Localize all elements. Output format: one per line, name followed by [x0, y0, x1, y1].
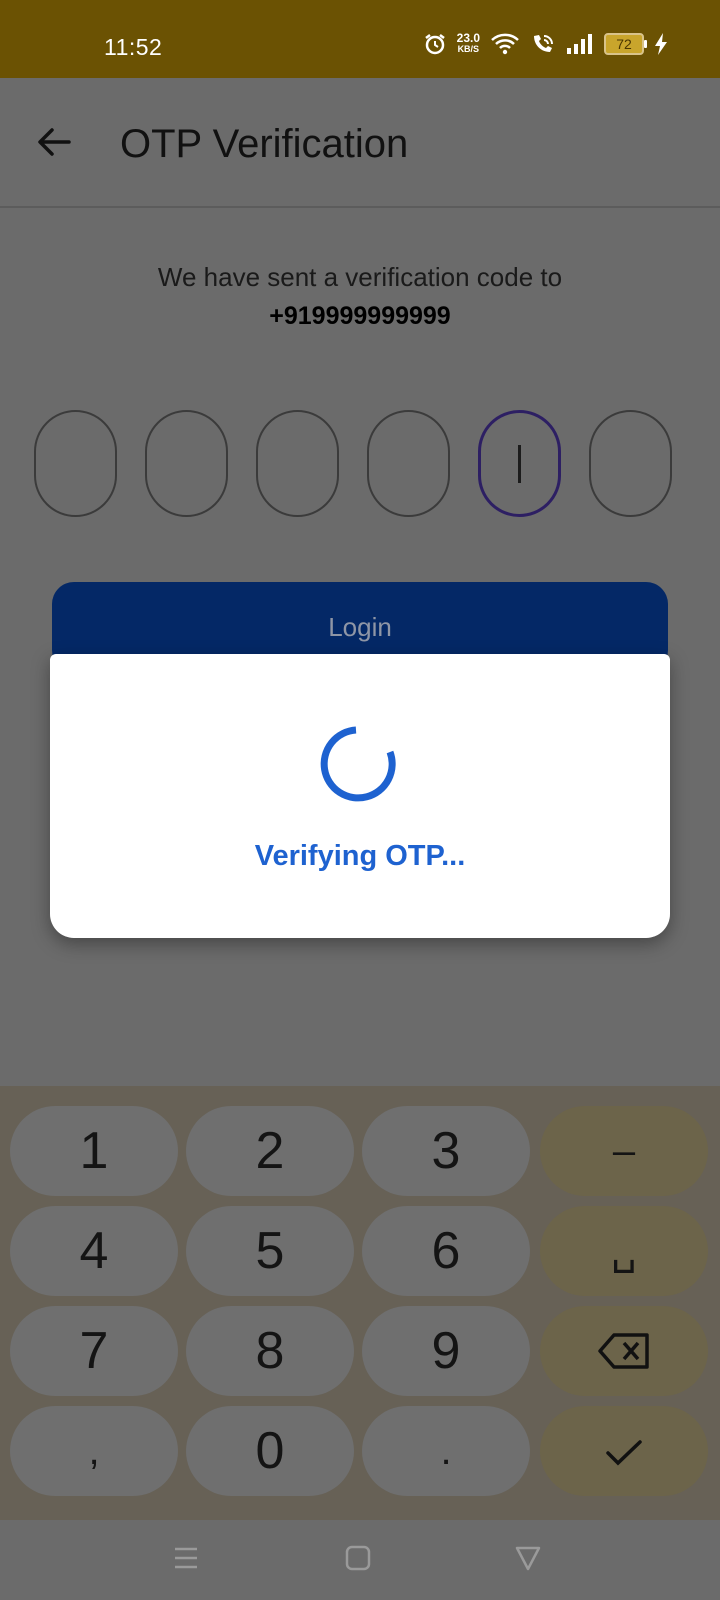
- wifi-calling-icon: [534, 35, 553, 52]
- key-minus[interactable]: –: [540, 1106, 708, 1196]
- alarm-icon: [424, 34, 445, 55]
- battery-icon: 72: [604, 33, 647, 55]
- key-comma[interactable]: ,: [10, 1406, 178, 1496]
- otp-digit-input[interactable]: [367, 410, 450, 517]
- signal-icon: [567, 34, 592, 54]
- otp-digit-input[interactable]: [256, 410, 339, 517]
- backspace-icon: [598, 1333, 649, 1369]
- dialog-message: Verifying OTP...: [254, 840, 466, 872]
- status-time: 11:52: [104, 34, 163, 60]
- otp-digit-input[interactable]: [589, 410, 672, 517]
- status-icons: 23.0 KB/S 72: [423, 32, 668, 56]
- backspace-key[interactable]: [540, 1306, 708, 1396]
- otp-digit-input[interactable]: [34, 410, 117, 517]
- arrow-left-icon[interactable]: [36, 124, 72, 160]
- system-nav-bar: [0, 1520, 720, 1600]
- key-period[interactable]: .: [362, 1406, 530, 1496]
- home-icon[interactable]: [344, 1544, 372, 1572]
- page-title: OTP Verification: [120, 122, 409, 166]
- verification-instruction: We have sent a verification code to: [157, 262, 563, 292]
- key-6[interactable]: 6: [362, 1206, 530, 1296]
- key-8[interactable]: 8: [186, 1306, 354, 1396]
- key-7[interactable]: 7: [10, 1306, 178, 1396]
- key-0[interactable]: 0: [186, 1406, 354, 1496]
- menu-icon[interactable]: [172, 1544, 200, 1572]
- app-header: OTP Verification: [0, 78, 720, 208]
- key-1[interactable]: 1: [10, 1106, 178, 1196]
- key-space[interactable]: ␣: [540, 1206, 708, 1296]
- speed-unit: KB/S: [457, 44, 480, 54]
- key-9[interactable]: 9: [362, 1306, 530, 1396]
- otp-input-row: [34, 410, 672, 517]
- key-5[interactable]: 5: [186, 1206, 354, 1296]
- key-3[interactable]: 3: [362, 1106, 530, 1196]
- charging-icon: [655, 33, 667, 55]
- phone-number: +919999999999: [269, 302, 451, 330]
- loading-dialog: Verifying OTP...: [50, 654, 670, 938]
- network-speed: 23.0 KB/S: [456, 31, 480, 55]
- key-4[interactable]: 4: [10, 1206, 178, 1296]
- back-triangle-icon[interactable]: [514, 1544, 542, 1572]
- speed-value: 23.0: [456, 31, 480, 45]
- wifi-icon: [491, 33, 519, 55]
- otp-digit-input[interactable]: [145, 410, 228, 517]
- otp-digit-input-active[interactable]: [478, 410, 561, 517]
- status-bar: 11:52 23.0 KB/S 72: [0, 0, 720, 78]
- loading-spinner-icon: [320, 726, 396, 802]
- key-2[interactable]: 2: [186, 1106, 354, 1196]
- text-cursor: [518, 444, 521, 483]
- checkmark-icon: [606, 1440, 642, 1466]
- numeric-keyboard: 1 2 3 – 4 5 6 ␣ 7 8 9 , 0 .: [0, 1086, 720, 1520]
- done-key[interactable]: [540, 1406, 708, 1496]
